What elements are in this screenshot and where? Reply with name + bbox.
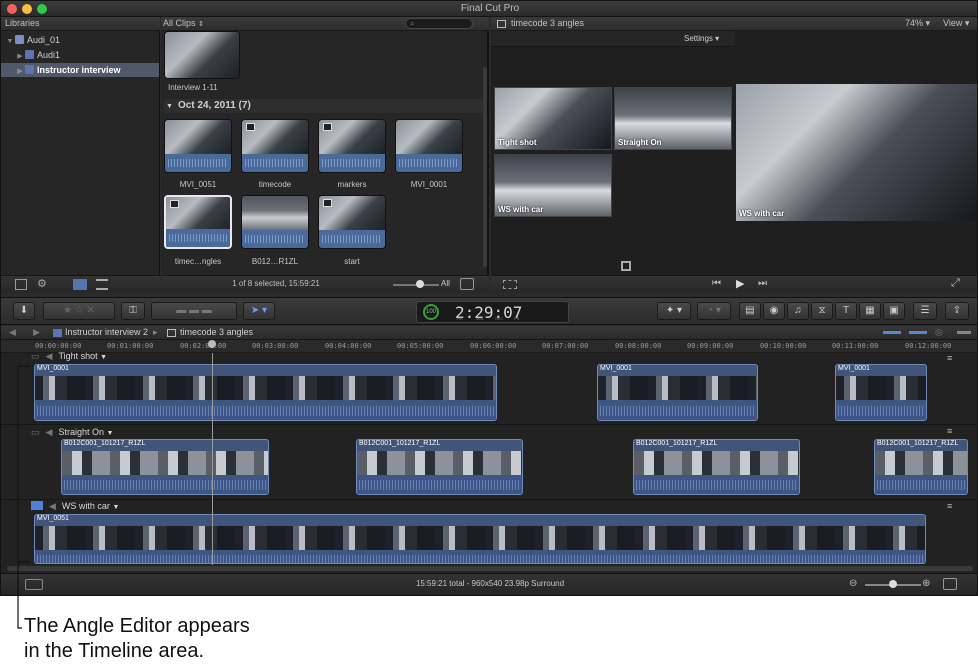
callout-line-1: The Angle Editor appears [24,615,250,637]
callout-bracket [17,365,30,629]
callout-text: The Angle Editor appears in the Timeline… [24,614,250,664]
callout-line-2: in the Timeline area. [24,640,205,662]
